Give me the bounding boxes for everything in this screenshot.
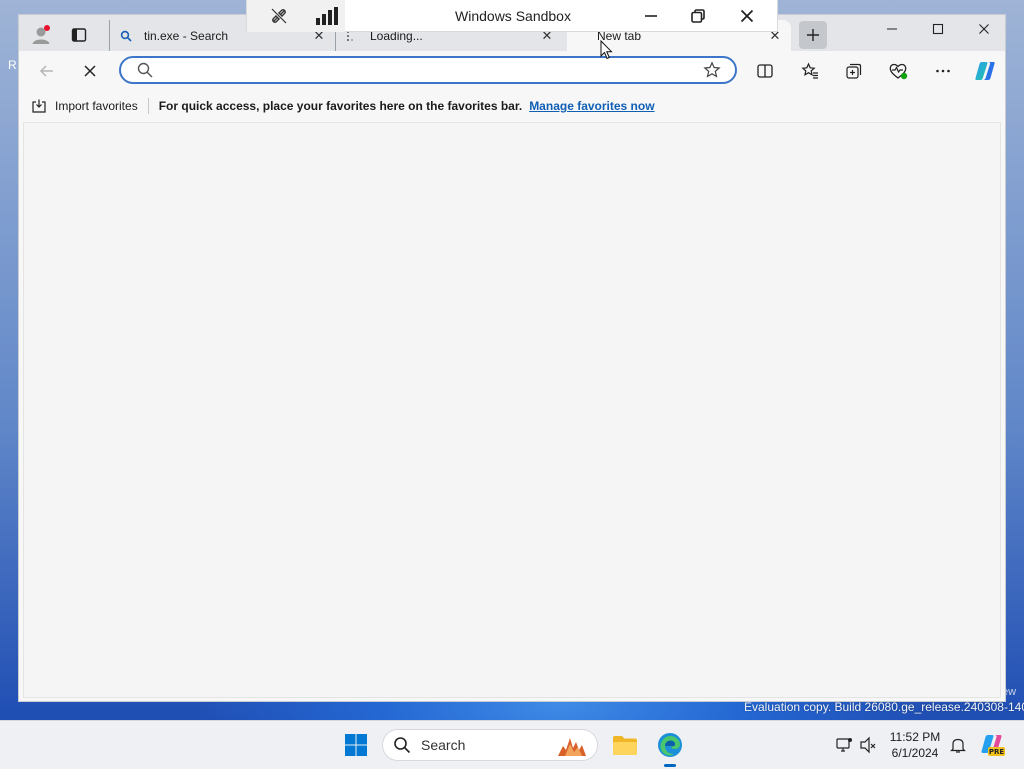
- vertical-tabs-icon: [71, 28, 87, 42]
- collections-button[interactable]: [838, 55, 870, 87]
- back-arrow-icon: [39, 65, 53, 77]
- pointer-icon: [600, 39, 613, 60]
- svg-text:PRE: PRE: [989, 748, 1005, 756]
- evaluation-watermark: Evaluation copy. Build 26080.ge_release.…: [744, 700, 1024, 714]
- sandbox-title-bar: Windows Sandbox: [246, 0, 778, 32]
- search-icon: [118, 28, 134, 44]
- split-screen-icon: [757, 64, 773, 78]
- page-content-area: [23, 122, 1001, 698]
- close-window-button[interactable]: [961, 15, 1007, 43]
- tab-actions-button[interactable]: [65, 21, 93, 49]
- edge-browser-icon: [658, 733, 682, 757]
- address-input[interactable]: [159, 58, 703, 82]
- plus-icon: [807, 29, 819, 41]
- settings-more-button[interactable]: [927, 55, 959, 87]
- notification-bell-icon: [950, 738, 966, 753]
- browser-essentials-button[interactable]: [882, 55, 914, 87]
- favorites-list-icon: [801, 62, 818, 79]
- close-icon: [979, 24, 989, 34]
- taskbar-search-box[interactable]: Search: [382, 729, 598, 761]
- back-button[interactable]: [31, 55, 63, 87]
- copilot-button[interactable]: [969, 55, 1001, 87]
- tray-copilot-button[interactable]: PRE: [974, 727, 1010, 763]
- sandbox-signal-button[interactable]: [311, 2, 343, 30]
- taskbar-edge[interactable]: [652, 727, 688, 763]
- favorite-star-icon[interactable]: [703, 61, 721, 79]
- split-screen-button[interactable]: [749, 55, 781, 87]
- edge-active-indicator: [664, 764, 676, 767]
- maximize-button[interactable]: [915, 15, 961, 43]
- windows-logo-icon: [345, 734, 367, 756]
- new-tab-button[interactable]: [799, 21, 827, 49]
- disconnect-icon: [271, 8, 287, 24]
- folder-icon: [613, 736, 637, 755]
- import-favorites-button[interactable]: Import favorites: [31, 98, 138, 114]
- heart-pulse-icon: [889, 63, 908, 80]
- search-highlight-icon: [558, 738, 586, 756]
- more-dots-icon: [936, 69, 950, 73]
- desktop-edge-text: R: [8, 58, 17, 72]
- minimize-icon: [887, 28, 897, 30]
- stop-icon: [84, 65, 96, 77]
- minimize-button[interactable]: [869, 15, 915, 43]
- import-favorites-icon: [32, 99, 46, 113]
- mouse-cursor: [600, 39, 614, 63]
- profile-icon: [32, 25, 50, 44]
- browser-toolbar: [19, 51, 1005, 91]
- search-icon: [394, 737, 411, 754]
- taskbar: Search 11:52 PM 6/1/2024 PRE: [0, 720, 1024, 769]
- copilot-pre-icon: PRE: [981, 735, 1005, 756]
- signal-bars-icon: [316, 7, 338, 25]
- minimize-icon: [645, 15, 657, 17]
- profile-button[interactable]: [27, 21, 55, 49]
- network-icon: [860, 736, 876, 754]
- search-icon: [137, 62, 153, 78]
- sandbox-minimize-button[interactable]: [635, 2, 667, 30]
- favorites-hint-text: For quick access, place your favorites h…: [158, 99, 523, 113]
- start-button[interactable]: [338, 727, 374, 763]
- favorites-button[interactable]: [794, 55, 826, 87]
- address-bar[interactable]: [119, 56, 737, 84]
- restore-icon: [691, 9, 705, 23]
- collections-icon: [846, 63, 862, 79]
- sandbox-restore-button[interactable]: [682, 2, 714, 30]
- copilot-icon: [975, 62, 995, 80]
- manage-favorites-link[interactable]: Manage favorites now: [529, 99, 654, 113]
- taskbar-file-explorer[interactable]: [607, 727, 643, 763]
- stop-loading-button[interactable]: [74, 55, 106, 87]
- maximize-icon: [932, 23, 944, 35]
- tray-notifications-button[interactable]: [940, 727, 976, 763]
- favorites-divider: [147, 98, 149, 114]
- favorites-bar: Import favorites For quick access, place…: [19, 91, 1005, 121]
- close-icon: [740, 9, 754, 23]
- sandbox-close-button[interactable]: [731, 2, 763, 30]
- taskbar-search-label: Search: [421, 737, 466, 753]
- import-favorites-label: Import favorites: [55, 99, 138, 113]
- edge-browser-window: tin.exe - Search ✕ Loading... ✕ New tab …: [18, 14, 1006, 702]
- sandbox-connection-button[interactable]: [263, 2, 295, 30]
